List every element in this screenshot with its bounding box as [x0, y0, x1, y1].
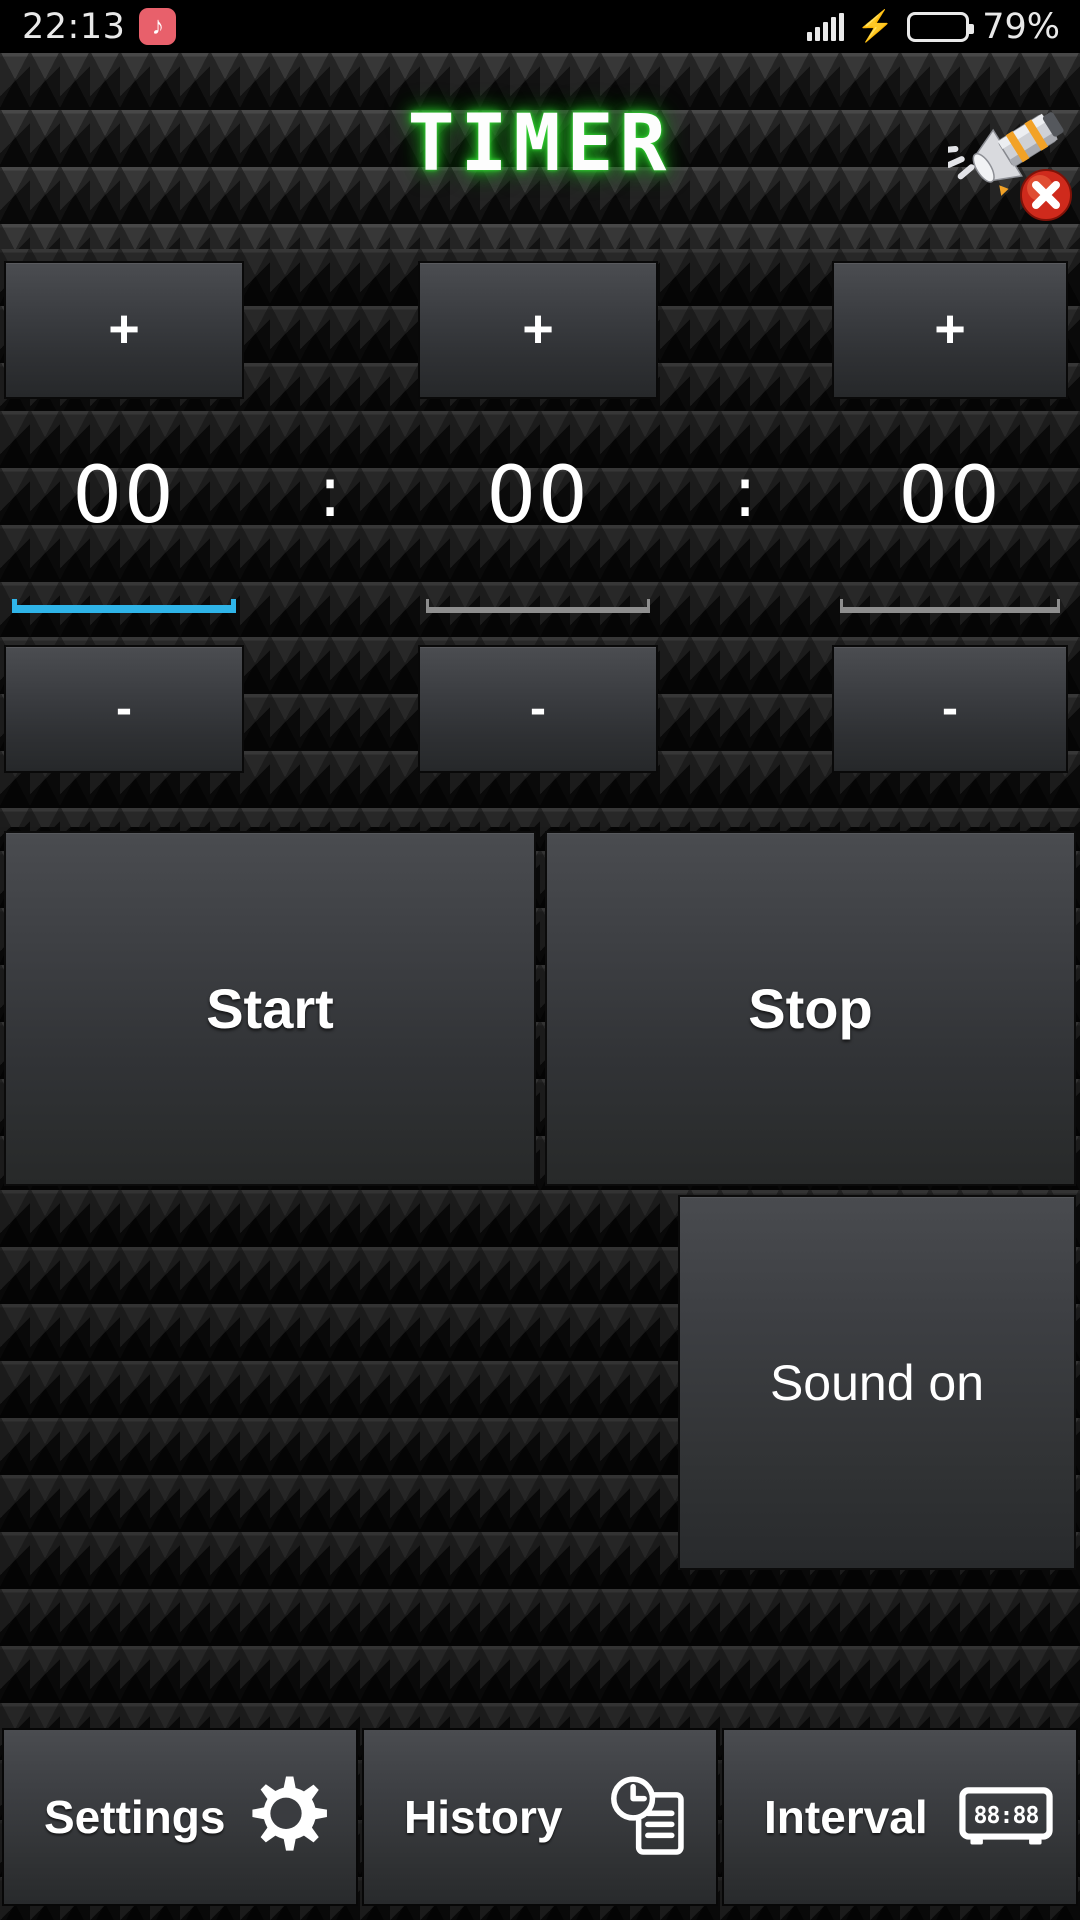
status-bar-right: ⚡ 79% [806, 6, 1080, 47]
minus-glyph: - [942, 682, 958, 736]
bottom-tab-bar: Settings History Interval 88:88 [0, 1728, 1080, 1906]
minus-glyph: - [116, 682, 132, 736]
tab-interval-label: Interval [764, 1791, 928, 1843]
tab-settings[interactable]: Settings [2, 1728, 358, 1906]
minutes-field-underline [426, 599, 650, 613]
battery-icon [907, 11, 975, 42]
start-button[interactable]: Start [4, 831, 536, 1186]
timer-app-screen: TIMER + + + 00: 00: 00 - - - Start Sto… [0, 53, 1080, 1920]
timer-input-row: 00 : 00 : 00 [0, 411, 1080, 637]
minutes-plus-button[interactable]: + [418, 261, 658, 399]
speaker-muted-icon[interactable] [939, 91, 1076, 221]
minutes-field[interactable]: 00 [418, 411, 658, 637]
plus-glyph: + [108, 299, 140, 360]
start-button-label: Start [206, 977, 334, 1040]
status-bar-clock: 22:13 [22, 6, 126, 47]
decrement-row: - - - [0, 637, 1080, 827]
app-header: TIMER [0, 53, 1080, 249]
charging-bolt-icon: ⚡ [856, 9, 895, 43]
action-row: Start Stop [0, 827, 1080, 1190]
sound-toggle-label: Sound on [769, 1354, 985, 1411]
digital-clock-text: 88:88 [973, 1803, 1038, 1829]
seconds-plus-button[interactable]: + [832, 261, 1068, 399]
minutes-minus-button[interactable]: - [418, 645, 658, 773]
clock-list-icon [598, 1769, 694, 1865]
hours-minus-button[interactable]: - [4, 645, 244, 773]
sound-region: Sound on [0, 1190, 1080, 1778]
plus-glyph: + [522, 299, 554, 360]
tab-interval[interactable]: Interval 88:88 [722, 1728, 1078, 1906]
stop-button[interactable]: Stop [545, 831, 1076, 1186]
hours-plus-button[interactable]: + [4, 261, 244, 399]
tab-history-label: History [404, 1791, 563, 1843]
seconds-field[interactable]: 00 [832, 411, 1068, 637]
music-note-glyph: ♪ [151, 12, 165, 40]
minus-glyph: - [530, 682, 546, 736]
hours-field[interactable]: 00 [4, 411, 244, 637]
status-bar: 22:13 ♪ ⚡ 79% [0, 0, 1080, 53]
separator-colon-1: : [318, 451, 342, 533]
sound-toggle-button[interactable]: Sound on [678, 1195, 1076, 1570]
digital-clock-icon: 88:88 [958, 1769, 1054, 1865]
page-title: TIMER [407, 99, 673, 189]
seconds-field-underline [840, 599, 1060, 613]
seconds-minus-button[interactable]: - [832, 645, 1068, 773]
tab-settings-label: Settings [44, 1791, 226, 1843]
tiktok-note-icon: ♪ [139, 8, 177, 45]
signal-bars-icon [806, 12, 844, 41]
tab-history[interactable]: History [362, 1728, 718, 1906]
status-bar-left: 22:13 ♪ [0, 6, 177, 47]
plus-glyph: + [934, 299, 966, 360]
hours-value: 00 [72, 451, 176, 541]
increment-row: + + + [0, 249, 1080, 411]
stop-button-label: Stop [748, 977, 873, 1040]
battery-percent-label: 79% [982, 6, 1060, 47]
gear-icon [238, 1769, 334, 1865]
minutes-value: 00 [486, 451, 590, 541]
hours-field-underline [12, 599, 236, 613]
separator-colon-2: : [733, 451, 757, 533]
seconds-value: 00 [898, 451, 1002, 541]
